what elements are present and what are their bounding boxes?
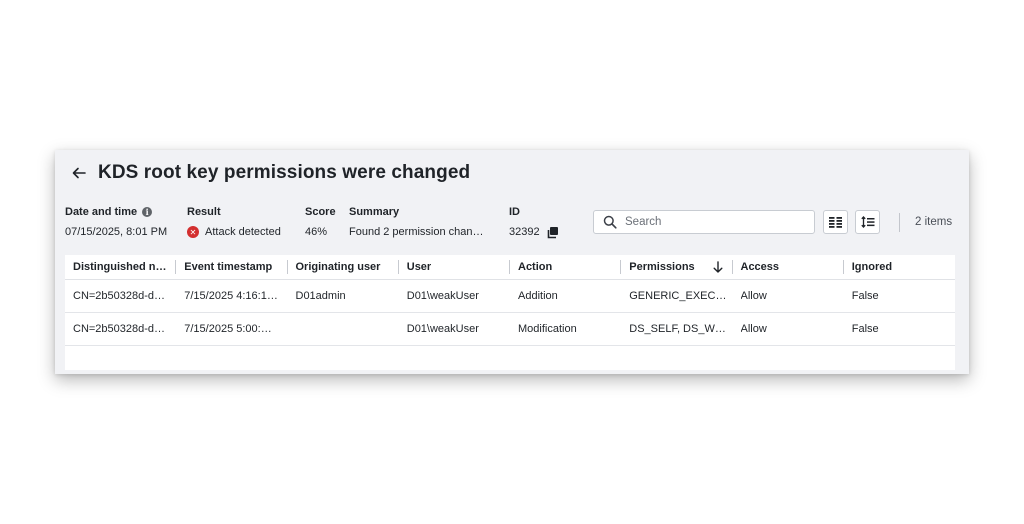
- score-label: Score: [305, 206, 336, 218]
- column-header-permissions[interactable]: Permissions: [621, 255, 733, 279]
- sort-icon: [860, 216, 874, 228]
- score-value: 46%: [305, 226, 328, 238]
- columns-button[interactable]: [823, 210, 848, 234]
- table-header: Distinguished n… Event timestamp Origina…: [65, 255, 955, 280]
- cell-access: Allow: [740, 290, 767, 302]
- info-icon[interactable]: i: [142, 207, 153, 217]
- page-title: KDS root key permissions were changed: [98, 162, 471, 183]
- cell-permissions: DS_SELF, DS_W…: [629, 323, 726, 335]
- cell-distinguished-name: CN=2b50328d-d…: [73, 323, 166, 335]
- cell-user: D01\weakUser: [406, 323, 479, 335]
- date-value: 07/15/2025, 8:01 PM: [65, 226, 168, 238]
- cell-distinguished-name: CN=2b50328d-d…: [73, 290, 166, 302]
- cell-user: D01\weakUser: [406, 290, 479, 302]
- cell-action: Modification: [518, 323, 577, 335]
- sort-button[interactable]: [855, 210, 880, 234]
- alert-details-panel: KDS root key permissions were changed Da…: [55, 150, 969, 374]
- summary-label: Summary: [349, 206, 400, 218]
- cell-event-timestamp: 7/15/2025 4:16:1…: [184, 290, 278, 302]
- column-header-action[interactable]: Action: [510, 255, 622, 279]
- back-arrow-icon: [72, 167, 86, 179]
- result-label: Result: [187, 206, 221, 218]
- meta-summary: Summary Found 2 permission chan…: [349, 205, 484, 239]
- permissions-table: Distinguished n… Event timestamp Origina…: [65, 255, 955, 370]
- meta-score: Score 46%: [305, 205, 336, 239]
- cell-permissions: GENERIC_EXEC…: [629, 290, 727, 302]
- meta-result: Result ✕ Attack detected: [187, 205, 281, 239]
- search-box[interactable]: [593, 210, 815, 234]
- error-icon: ✕: [187, 226, 199, 238]
- cell-originating-user: [288, 313, 399, 345]
- columns-icon: [829, 216, 842, 228]
- id-value: 32392: [509, 226, 540, 238]
- cell-access: Allow: [740, 323, 767, 335]
- summary-value: Found 2 permission chan…: [349, 226, 484, 238]
- table-row[interactable]: CN=2b50328d-d… 7/15/2025 5:00:… D01\weak…: [65, 313, 955, 346]
- toolbar-divider: [899, 213, 900, 232]
- meta-id: ID 32392: [509, 205, 559, 239]
- title-row: KDS root key permissions were changed: [69, 160, 470, 186]
- table-row[interactable]: CN=2b50328d-d… 7/15/2025 4:16:1… D01admi…: [65, 280, 955, 313]
- column-header-originating-user[interactable]: Originating user: [287, 255, 399, 279]
- id-label: ID: [509, 206, 520, 218]
- search-icon: [603, 215, 617, 229]
- cell-action: Addition: [518, 290, 558, 302]
- table-empty-area: [65, 346, 955, 370]
- sort-descending-icon[interactable]: [713, 261, 723, 273]
- search-input[interactable]: [623, 215, 807, 229]
- column-header-ignored[interactable]: Ignored: [843, 255, 955, 279]
- back-button[interactable]: [69, 163, 89, 183]
- result-value: Attack detected: [205, 226, 281, 238]
- cell-ignored: False: [851, 290, 879, 302]
- items-count: 2 items: [915, 216, 953, 228]
- cell-ignored: False: [851, 323, 879, 335]
- column-header-distinguished-name[interactable]: Distinguished n…: [65, 255, 177, 279]
- meta-date: Date and time i 07/15/2025, 8:01 PM: [65, 205, 167, 239]
- date-label: Date and time: [65, 206, 138, 218]
- column-header-access[interactable]: Access: [732, 255, 844, 279]
- column-header-event-timestamp[interactable]: Event timestamp: [176, 255, 288, 279]
- cell-originating-user: D01admin: [295, 290, 346, 302]
- column-header-user[interactable]: User: [398, 255, 510, 279]
- cell-event-timestamp: 7/15/2025 5:00:…: [184, 323, 272, 335]
- copy-icon[interactable]: [546, 226, 559, 239]
